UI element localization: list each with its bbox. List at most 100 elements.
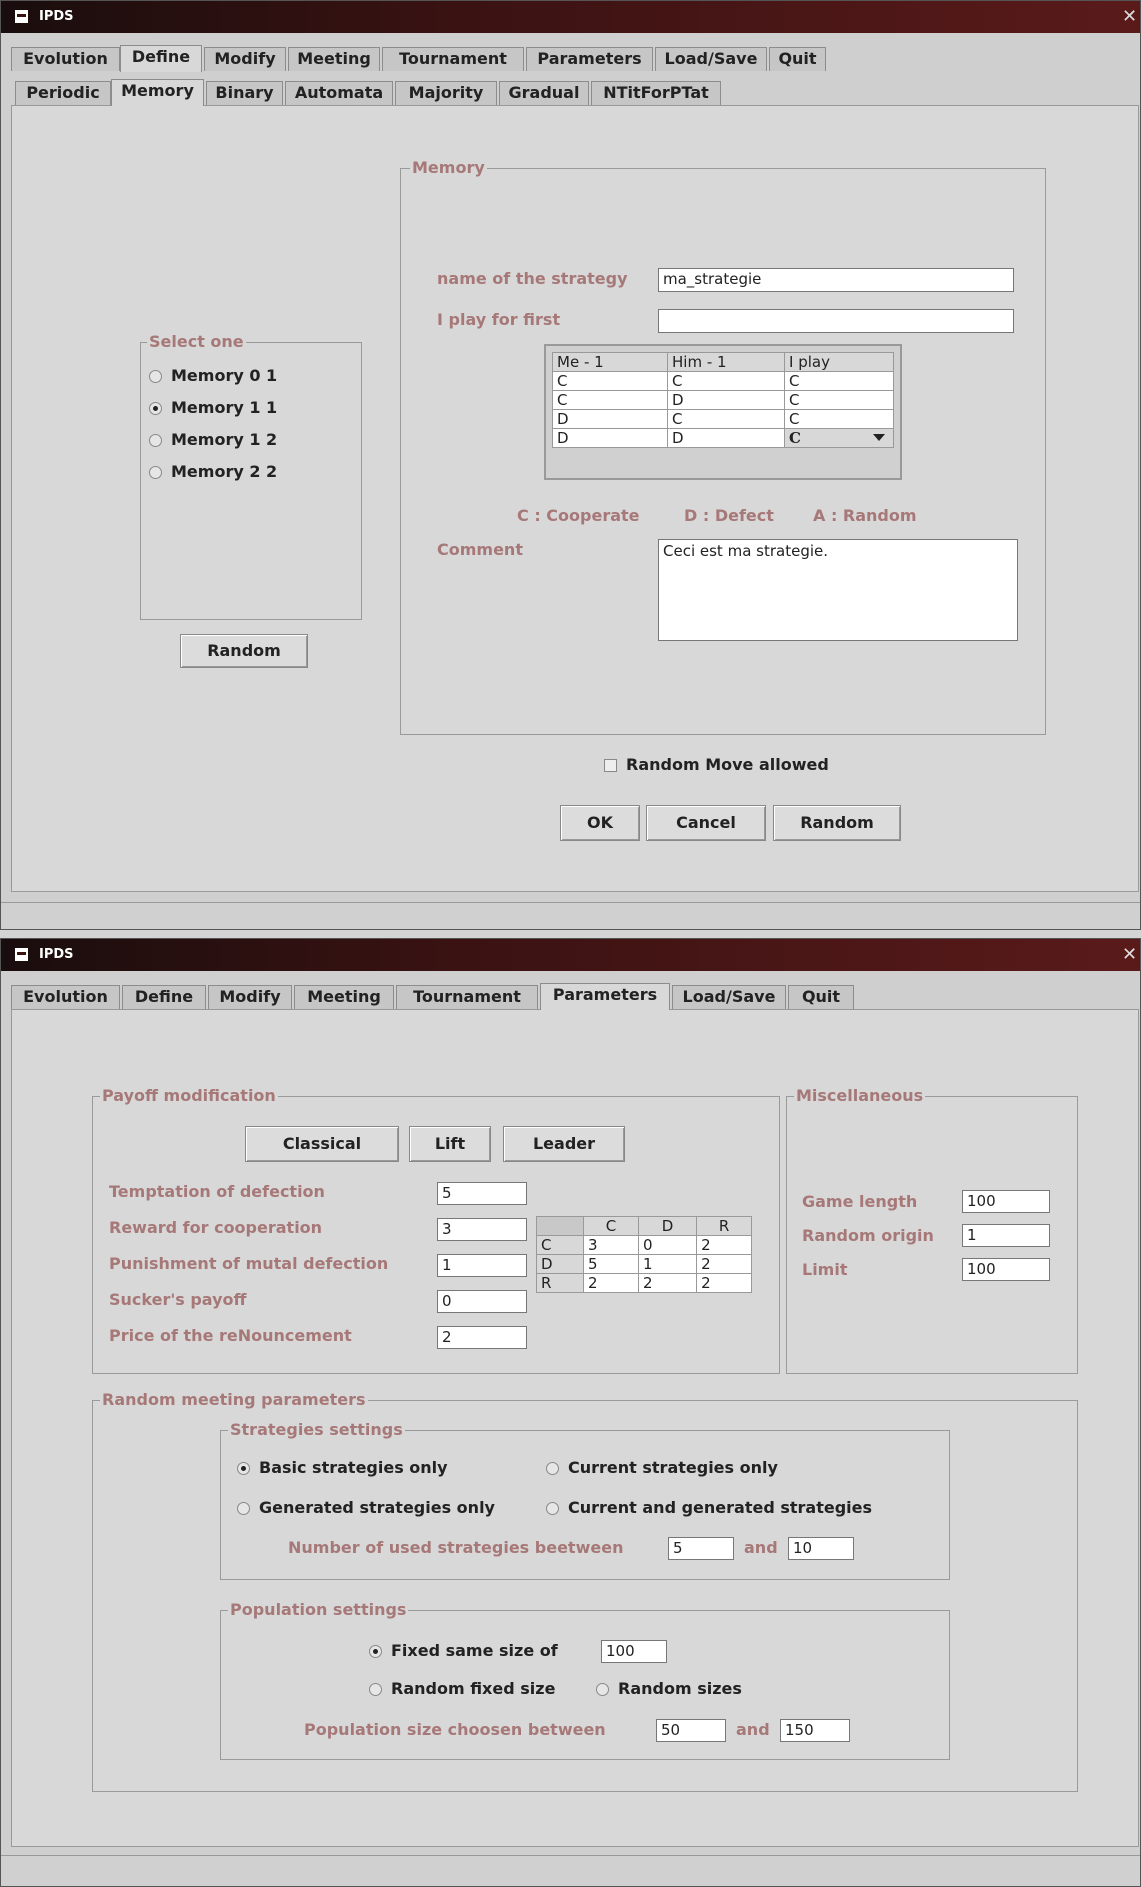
tab-parameters[interactable]: Parameters [526, 47, 653, 71]
tab-tournament[interactable]: Tournament [396, 985, 538, 1009]
tab-quit[interactable]: Quit [769, 47, 826, 71]
lift-button[interactable]: Lift [409, 1126, 491, 1162]
radio-current-strategies[interactable] [546, 1462, 559, 1475]
close-icon[interactable]: ✕ [1122, 8, 1137, 26]
strategies-max-input[interactable]: 10 [788, 1537, 854, 1560]
random-move-checkbox[interactable] [604, 759, 617, 772]
radio-memory-1-1[interactable] [149, 402, 162, 415]
random-meeting-legend: Random meeting parameters [100, 1390, 368, 1409]
radio-memory-1-2[interactable] [149, 434, 162, 447]
legend-cooperate: C : Cooperate [517, 506, 640, 525]
classical-button[interactable]: Classical [245, 1126, 399, 1162]
tab-load-save[interactable]: Load/Save [655, 47, 767, 71]
label-memory-2-2[interactable]: Memory 2 2 [171, 462, 277, 482]
label-random-fixed-size[interactable]: Random fixed size [391, 1679, 555, 1699]
tab-define[interactable]: Define [122, 985, 206, 1009]
subtab-automata[interactable]: Automata [285, 81, 393, 105]
subtab-periodic[interactable]: Periodic [15, 81, 111, 105]
chevron-down-icon[interactable] [873, 434, 885, 441]
tab-modify[interactable]: Modify [208, 985, 292, 1009]
punishment-input[interactable]: 1 [437, 1254, 527, 1277]
table-cell[interactable]: C [667, 371, 785, 391]
label-generated-strategies[interactable]: Generated strategies only [259, 1498, 495, 1518]
play-first-input[interactable] [658, 309, 1014, 333]
tab-meeting[interactable]: Meeting [294, 985, 394, 1009]
label-basic-strategies[interactable]: Basic strategies only [259, 1458, 448, 1478]
window-menu-icon[interactable] [15, 948, 28, 961]
subtab-gradual[interactable]: Gradual [499, 81, 589, 105]
radio-generated-strategies[interactable] [237, 1502, 250, 1515]
radio-random-fixed-size[interactable] [369, 1683, 382, 1696]
random-button[interactable]: Random [773, 805, 901, 841]
table-cell[interactable]: C [552, 390, 668, 410]
table-row[interactable]: C D C [552, 390, 894, 410]
table-cell: 1 [638, 1254, 698, 1274]
window-menu-icon[interactable] [15, 10, 28, 23]
radio-memory-2-2[interactable] [149, 466, 162, 479]
renouncement-input[interactable]: 2 [437, 1326, 527, 1349]
subtab-binary[interactable]: Binary [206, 81, 283, 105]
label-memory-1-2[interactable]: Memory 1 2 [171, 430, 277, 450]
table-cell[interactable]: C [784, 390, 894, 410]
strategies-min-input[interactable]: 5 [668, 1537, 734, 1560]
fixed-size-input[interactable]: 100 [601, 1640, 667, 1663]
temptation-input[interactable]: 5 [437, 1182, 527, 1205]
select-random-button[interactable]: Random [180, 634, 308, 668]
label-memory-0-1[interactable]: Memory 0 1 [171, 366, 277, 386]
label-random-sizes[interactable]: Random sizes [618, 1679, 742, 1699]
radio-fixed-size[interactable] [369, 1645, 382, 1658]
tab-define[interactable]: Define [120, 45, 202, 72]
label-memory-1-1[interactable]: Memory 1 1 [171, 398, 277, 418]
subtab-memory[interactable]: Memory [111, 79, 204, 106]
comment-textarea[interactable]: Ceci est ma strategie. [658, 539, 1018, 641]
tab-load-save[interactable]: Load/Save [672, 985, 786, 1009]
table-row[interactable]: D C C [552, 409, 894, 429]
label-current-generated-strategies[interactable]: Current and generated strategies [568, 1498, 872, 1518]
population-max-input[interactable]: 150 [780, 1719, 850, 1742]
tab-meeting[interactable]: Meeting [288, 47, 380, 71]
radio-random-sizes[interactable] [596, 1683, 609, 1696]
table-cell[interactable]: C [667, 409, 785, 429]
title-bar[interactable]: IPDS ✕ [1, 1, 1140, 33]
label-fixed-size[interactable]: Fixed same size of [391, 1641, 558, 1661]
radio-current-generated-strategies[interactable] [546, 1502, 559, 1515]
random-origin-input[interactable]: 1 [962, 1224, 1050, 1247]
reward-input[interactable]: 3 [437, 1218, 527, 1241]
table-cell[interactable]: D [552, 409, 668, 429]
table-cell[interactable]: C [784, 371, 894, 391]
title-bar[interactable]: IPDS ✕ [1, 939, 1140, 971]
random-move-label[interactable]: Random Move allowed [626, 755, 829, 775]
ok-button[interactable]: OK [560, 805, 640, 841]
radio-basic-strategies[interactable] [237, 1462, 250, 1475]
tab-parameters[interactable]: Parameters [540, 983, 670, 1010]
tab-evolution[interactable]: Evolution [11, 985, 120, 1009]
game-length-input[interactable]: 100 [962, 1190, 1050, 1213]
tab-quit[interactable]: Quit [788, 985, 854, 1009]
table-cell[interactable]: D [667, 390, 785, 410]
window-title: IPDS [39, 9, 74, 24]
tab-tournament[interactable]: Tournament [382, 47, 524, 71]
i-play-dropdown[interactable]: C [784, 428, 894, 448]
subtab-majority[interactable]: Majority [395, 81, 497, 105]
sucker-input[interactable]: 0 [437, 1290, 527, 1313]
population-min-input[interactable]: 50 [656, 1719, 726, 1742]
table-cell[interactable]: D [667, 428, 785, 448]
matrix-row-label: C [536, 1235, 584, 1255]
label-current-strategies[interactable]: Current strategies only [568, 1458, 778, 1478]
table-row[interactable]: C C C [552, 371, 894, 391]
table-cell[interactable]: D [552, 428, 668, 448]
status-bar [1, 1855, 1140, 1886]
table-row[interactable]: D D C [552, 428, 894, 448]
tab-evolution[interactable]: Evolution [11, 47, 120, 71]
memory-table: Me - 1 Him - 1 I play C C C C D C D C C … [552, 352, 894, 448]
radio-memory-0-1[interactable] [149, 370, 162, 383]
tab-modify[interactable]: Modify [204, 47, 286, 71]
subtab-ntitforptat[interactable]: NTitForPTat [591, 81, 721, 105]
table-cell[interactable]: C [784, 409, 894, 429]
strategy-name-input[interactable]: ma_strategie [658, 268, 1014, 292]
close-icon[interactable]: ✕ [1122, 946, 1137, 964]
cancel-button[interactable]: Cancel [646, 805, 766, 841]
limit-input[interactable]: 100 [962, 1258, 1050, 1281]
leader-button[interactable]: Leader [503, 1126, 625, 1162]
table-cell[interactable]: C [552, 371, 668, 391]
